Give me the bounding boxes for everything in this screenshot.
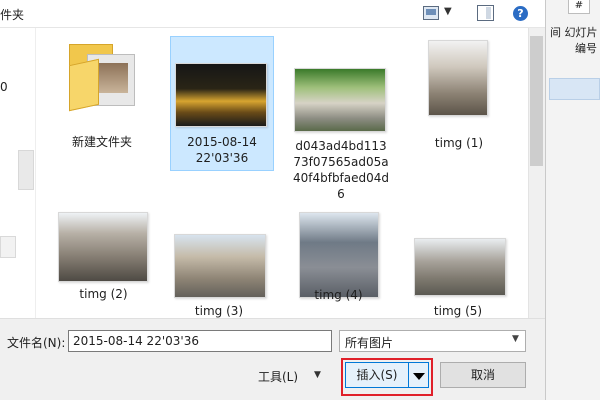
file-name-line: d043ad4bd113 [295,139,387,153]
chevron-down-icon[interactable]: ▼ [314,370,321,380]
file-item[interactable]: timg (3) [170,226,268,318]
image-thumbnail [414,238,506,296]
panel-text: 间 幻灯片 [550,26,598,39]
help-icon[interactable]: ? [513,6,528,21]
image-thumbnail [428,40,488,116]
nav-scrollbar[interactable] [18,150,34,190]
preview-pane-icon[interactable] [477,5,494,21]
highlight-box [341,358,433,396]
file-name: 新建文件夹 [71,135,132,149]
file-item[interactable]: timg (1) [414,36,504,156]
scrollbar-thumb[interactable] [530,36,543,166]
image-thumbnail [294,68,386,132]
image-thumbnail [174,234,266,298]
breadcrumb-fragment: 件夹 [0,8,25,22]
cancel-button[interactable]: 取消 [440,362,526,388]
tools-button[interactable]: 工具(L) [258,368,298,385]
filetype-select[interactable]: 所有图片 [339,330,526,352]
file-name: timg (5) [433,304,483,318]
file-item-selected[interactable]: 2015-08-14 22'03'36 [170,36,274,171]
file-item-folder[interactable]: 新建文件夹 [62,36,142,156]
file-name-line: 22'03'36 [195,151,249,165]
file-name: timg (1) [434,136,484,150]
nav-fragment-text: 0 [0,80,8,94]
filename-label: 文件名(N): [7,336,66,350]
file-name-line: 2015-08-14 [187,135,257,149]
filename-input[interactable]: 2015-08-14 22'03'36 [68,330,332,352]
panel-text: 编号 [575,42,597,55]
file-list: 新建文件夹 2015-08-14 22'03'36 d043ad4bd113 7… [36,28,528,318]
image-thumbnail [299,212,379,298]
file-item[interactable]: timg (5) [408,234,508,318]
file-item[interactable]: timg (2) [56,210,151,305]
file-name: timg (2) [79,287,128,301]
toolbar [0,0,545,28]
file-name-line: 6 [337,187,345,201]
image-thumbnail [58,212,148,282]
file-name-line: 73f07565ad05a [293,155,389,169]
file-name: timg (4) [314,288,363,302]
nav-item[interactable] [0,236,16,258]
file-item[interactable]: d043ad4bd113 73f07565ad05a 40f4bfbfaed04… [286,36,396,206]
panel-highlight [549,78,600,100]
view-dropdown-chevron-icon[interactable]: ▼ [444,6,452,17]
chevron-down-icon[interactable]: ▼ [512,334,519,344]
background-app-panel [545,0,600,400]
file-name: timg (3) [194,304,244,318]
image-thumbnail [175,63,267,127]
view-icon[interactable] [423,6,439,20]
folder-icon [67,38,137,112]
file-name-line: 40f4bfbfaed04d [292,171,390,185]
file-item[interactable]: timg (4) [291,210,386,307]
hash-tab: # [568,0,590,14]
